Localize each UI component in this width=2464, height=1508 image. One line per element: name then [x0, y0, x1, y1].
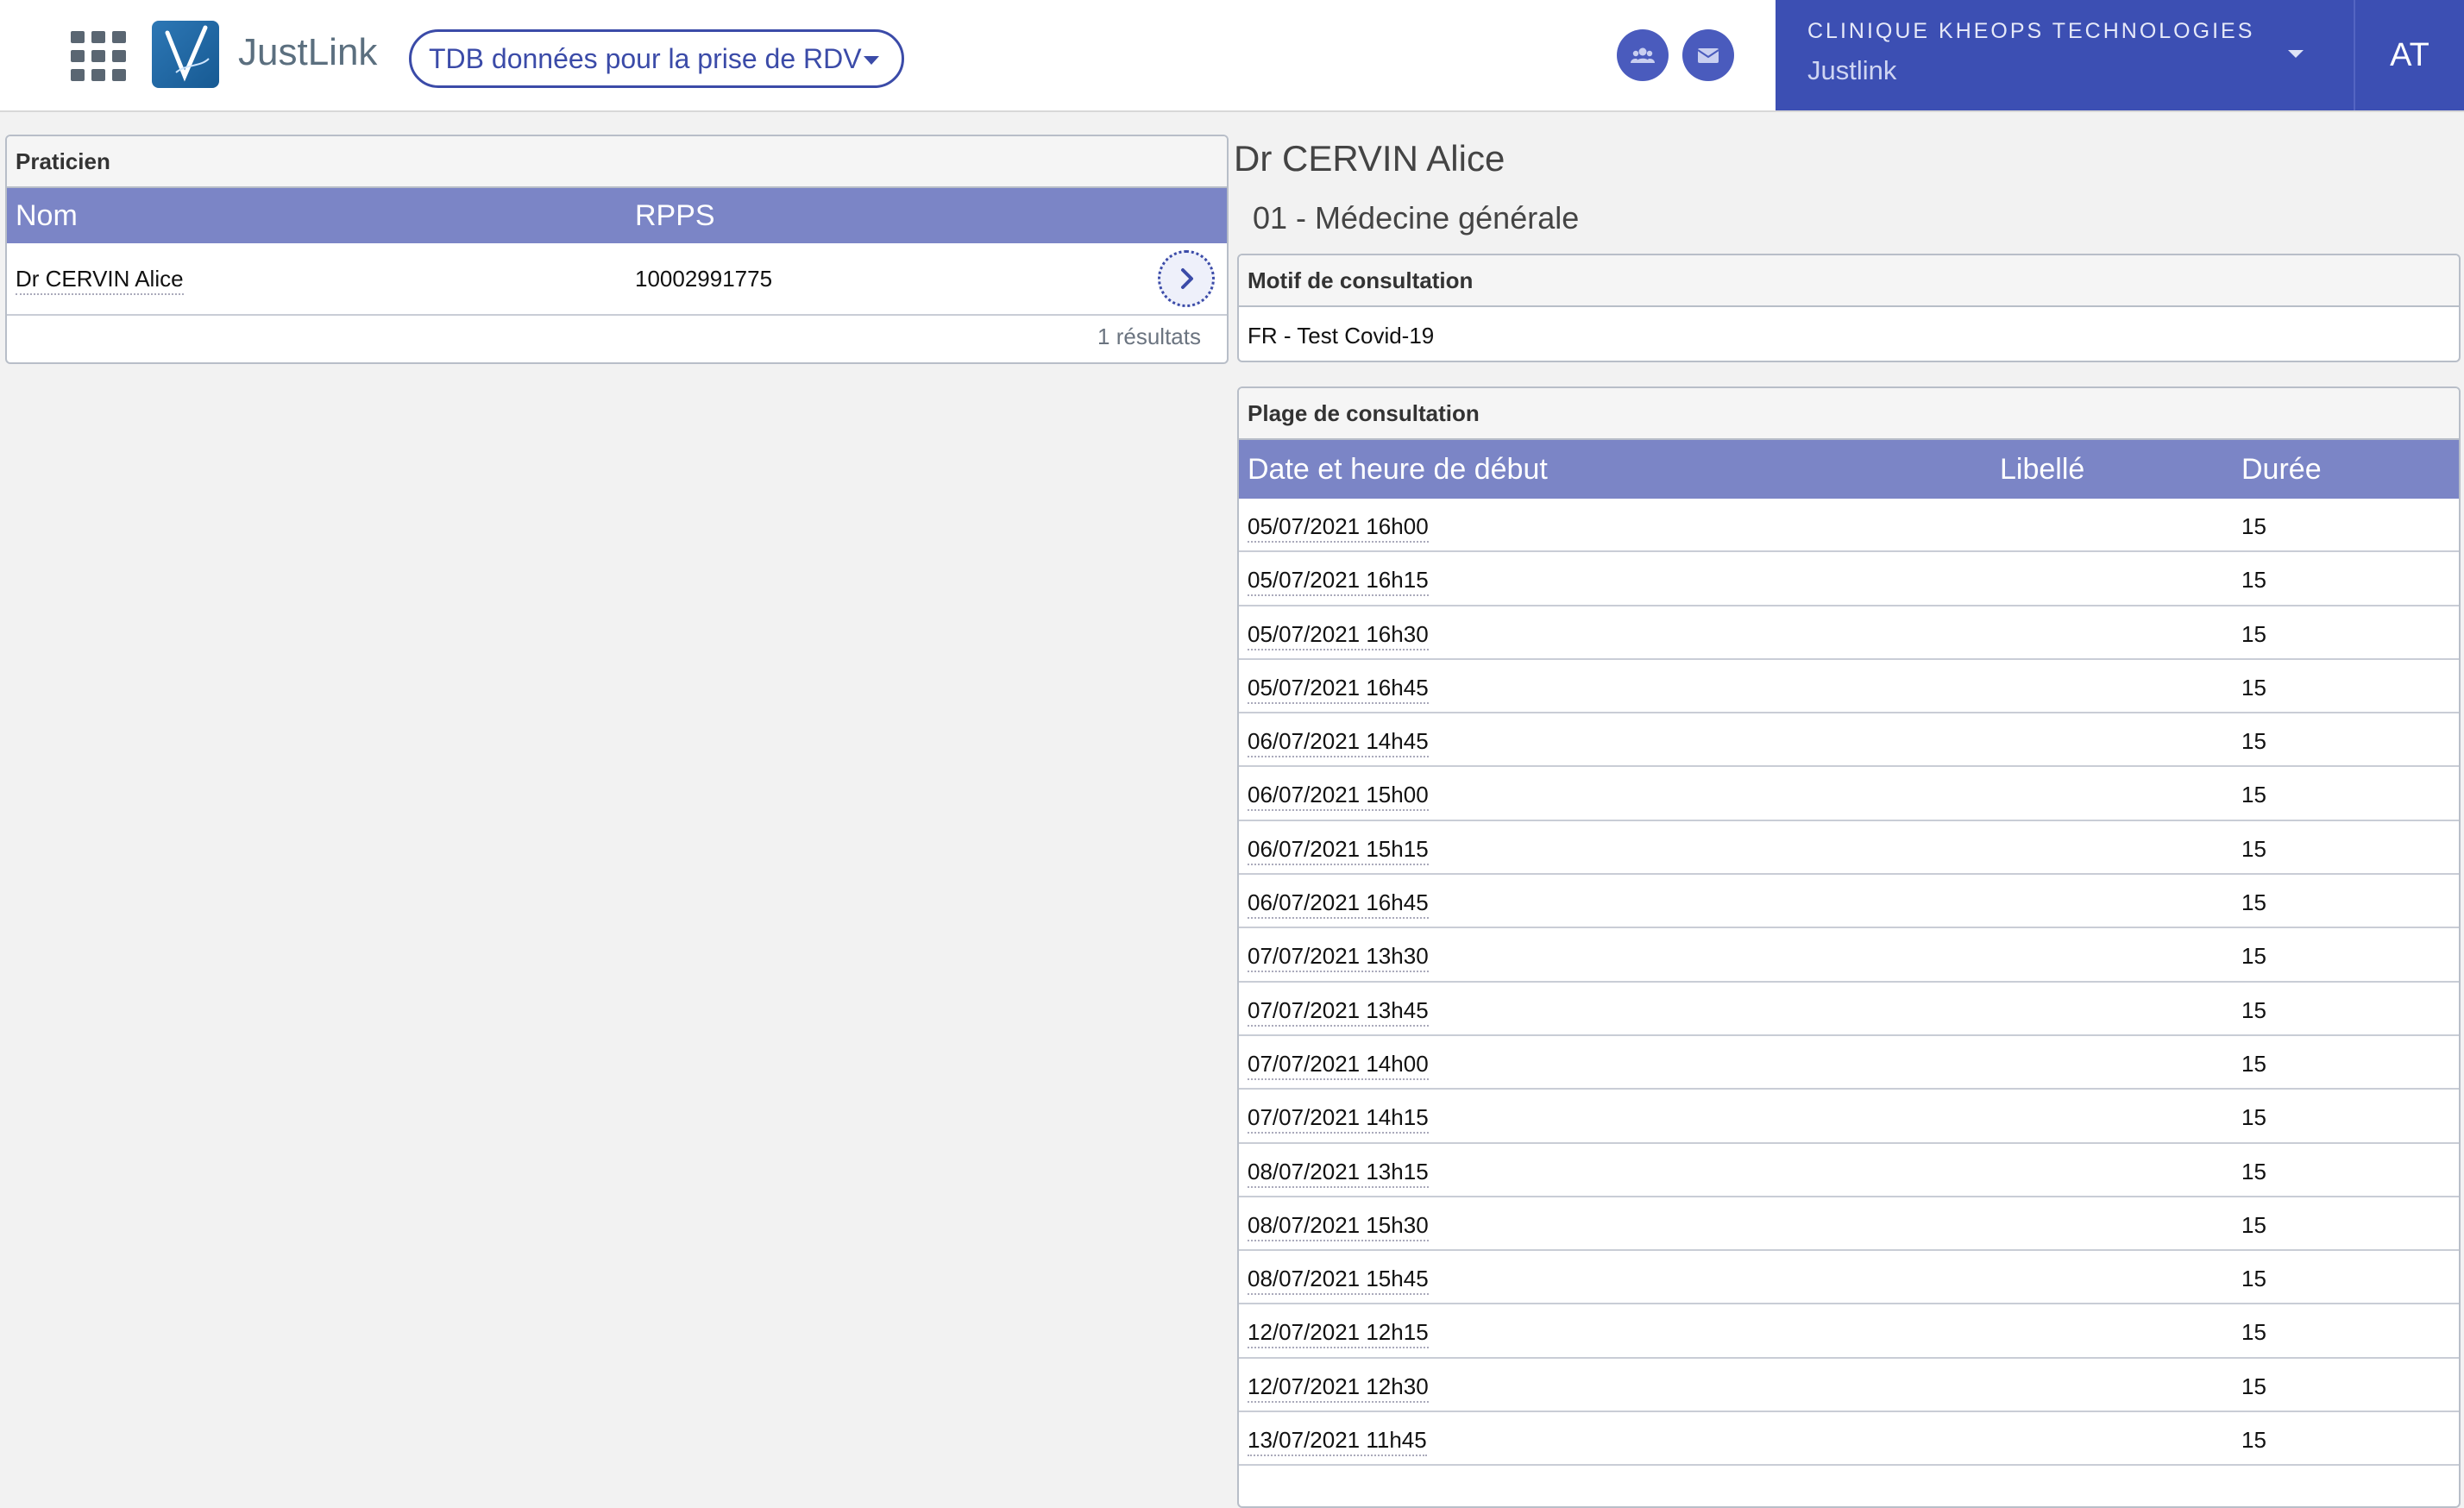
table-row[interactable]: 05/07/2021 16h15 15 — [1239, 552, 2459, 606]
brand-name: JustLink — [238, 31, 378, 73]
table-row[interactable]: 12/07/2021 12h15 15 — [1239, 1304, 2459, 1359]
panel-title: Praticien — [7, 136, 1227, 188]
slot-date[interactable]: 06/07/2021 15h15 — [1248, 836, 1429, 865]
column-header-duree[interactable]: Durée — [2241, 440, 2322, 499]
top-bar: JustLink TDB données pour la prise de RD… — [0, 0, 2464, 112]
slot-date[interactable]: 08/07/2021 15h45 — [1248, 1266, 1429, 1296]
table-row[interactable]: 07/07/2021 13h30 15 — [1239, 928, 2459, 983]
table-body: 05/07/2021 16h00 15 05/07/2021 16h15 15 05/0… — [1239, 499, 2459, 1467]
slot-date[interactable]: 06/07/2021 16h45 — [1248, 889, 1429, 920]
slot-date[interactable]: 07/07/2021 14h15 — [1248, 1104, 1429, 1134]
user-avatar[interactable]: AT — [2354, 0, 2464, 110]
chevron-down-icon — [864, 56, 879, 65]
table-row[interactable]: 05/07/2021 16h30 15 — [1239, 606, 2459, 660]
slot-duree: 15 — [2241, 620, 2266, 647]
results-count: 1 résultats — [1097, 324, 1201, 349]
app-logo[interactable] — [152, 21, 219, 88]
slot-duree: 15 — [2241, 889, 2266, 916]
users-icon — [1631, 47, 1655, 63]
chevron-down-icon — [2288, 50, 2304, 58]
table-row[interactable]: 05/07/2021 16h00 15 — [1239, 499, 2459, 553]
slot-date[interactable]: 13/07/2021 11h45 — [1248, 1427, 1427, 1457]
table-row[interactable]: 06/07/2021 16h45 15 — [1239, 875, 2459, 929]
users-button[interactable] — [1617, 29, 1669, 81]
table-row[interactable]: 13/07/2021 11h45 15 — [1239, 1412, 2459, 1467]
slot-duree: 15 — [2241, 1104, 2266, 1131]
slot-date[interactable]: 05/07/2021 16h15 — [1248, 567, 1429, 597]
table-row[interactable]: 05/07/2021 16h45 15 — [1239, 660, 2459, 714]
slot-date[interactable]: 05/07/2021 16h45 — [1248, 675, 1429, 704]
slot-date[interactable]: 06/07/2021 14h45 — [1248, 728, 1429, 758]
slot-date[interactable]: 05/07/2021 16h00 — [1248, 513, 1429, 543]
column-header-rpps[interactable]: RPPS — [635, 188, 715, 243]
slot-date[interactable]: 07/07/2021 13h30 — [1248, 943, 1429, 973]
slot-duree: 15 — [2241, 1319, 2266, 1346]
table-row[interactable]: 08/07/2021 13h15 15 — [1239, 1144, 2459, 1197]
slot-duree: 15 — [2241, 1427, 2266, 1454]
table-row[interactable]: 06/07/2021 14h45 15 — [1239, 713, 2459, 768]
slot-duree: 15 — [2241, 996, 2266, 1023]
table-row[interactable]: 08/07/2021 15h45 15 — [1239, 1251, 2459, 1305]
organization-app: Justlink — [1807, 55, 1897, 85]
slot-date[interactable]: 12/07/2021 12h30 — [1248, 1373, 1429, 1403]
slot-duree: 15 — [2241, 1050, 2266, 1077]
column-header-date[interactable]: Date et heure de début — [1248, 440, 1548, 499]
slot-duree: 15 — [2241, 674, 2266, 701]
table-header: Date et heure de début Libellé Durée — [1239, 440, 2459, 499]
table-row[interactable]: 07/07/2021 13h45 15 — [1239, 983, 2459, 1036]
table-row[interactable]: Dr CERVIN Alice 10002991775 — [7, 243, 1227, 316]
doctor-name: Dr CERVIN Alice — [1234, 138, 1505, 179]
slot-duree: 15 — [2241, 1158, 2266, 1184]
table-row[interactable]: 08/07/2021 15h30 15 — [1239, 1197, 2459, 1252]
table-header: Nom RPPS — [7, 188, 1227, 243]
slot-date[interactable]: 06/07/2021 15h00 — [1248, 782, 1429, 812]
table-row[interactable]: 06/07/2021 15h15 15 — [1239, 821, 2459, 876]
dashboard-select[interactable]: TDB données pour la prise de RDV — [409, 29, 904, 88]
table-row[interactable]: 12/07/2021 12h30 15 — [1239, 1359, 2459, 1413]
organization-switcher[interactable]: CLINIQUE KHEOPS TECHNOLOGIES Justlink — [1776, 0, 2354, 110]
slot-duree: 15 — [2241, 513, 2266, 539]
panel-title: Plage de consultation — [1239, 388, 2459, 440]
slot-duree: 15 — [2241, 1211, 2266, 1238]
praticien-rpps: 10002991775 — [635, 266, 773, 292]
open-praticien-button[interactable] — [1158, 250, 1215, 307]
slot-duree: 15 — [2241, 567, 2266, 594]
chevron-right-icon — [1181, 268, 1193, 289]
slot-duree: 15 — [2241, 782, 2266, 808]
plage-panel: Plage de consultation Date et heure de d… — [1237, 386, 2461, 1508]
messages-button[interactable] — [1682, 29, 1734, 81]
slot-date[interactable]: 08/07/2021 13h15 — [1248, 1159, 1429, 1188]
doctor-specialty: 01 - Médecine générale — [1253, 200, 1580, 236]
column-header-libelle[interactable]: Libellé — [2000, 440, 2084, 499]
slot-duree: 15 — [2241, 943, 2266, 970]
table-row[interactable]: 07/07/2021 14h15 15 — [1239, 1090, 2459, 1144]
slot-date[interactable]: 12/07/2021 12h15 — [1248, 1319, 1429, 1349]
panel-title: Motif de consultation — [1239, 255, 2459, 307]
slot-duree: 15 — [2241, 1266, 2266, 1292]
motif-value: FR - Test Covid-19 — [1248, 323, 1435, 349]
slot-date[interactable]: 07/07/2021 13h45 — [1248, 997, 1429, 1027]
table-row[interactable]: 06/07/2021 15h00 15 — [1239, 767, 2459, 821]
table-row[interactable]: 07/07/2021 14h00 15 — [1239, 1036, 2459, 1090]
mail-icon — [1697, 48, 1719, 63]
dashboard-select-label: TDB données pour la prise de RDV — [429, 43, 862, 74]
praticien-panel: Praticien Nom RPPS Dr CERVIN Alice 10002… — [5, 135, 1229, 364]
slot-duree: 15 — [2241, 835, 2266, 862]
apps-grid-icon[interactable] — [71, 31, 126, 81]
slot-date[interactable]: 08/07/2021 15h30 — [1248, 1212, 1429, 1241]
slot-duree: 15 — [2241, 728, 2266, 755]
praticien-name[interactable]: Dr CERVIN Alice — [16, 266, 184, 295]
slot-date[interactable]: 05/07/2021 16h30 — [1248, 621, 1429, 650]
slot-duree: 15 — [2241, 1373, 2266, 1399]
slot-date[interactable]: 07/07/2021 14h00 — [1248, 1051, 1429, 1080]
organization-name: CLINIQUE KHEOPS TECHNOLOGIES — [1807, 19, 2255, 43]
column-header-nom[interactable]: Nom — [16, 188, 78, 243]
motif-panel: Motif de consultation FR - Test Covid-19 — [1237, 254, 2461, 362]
